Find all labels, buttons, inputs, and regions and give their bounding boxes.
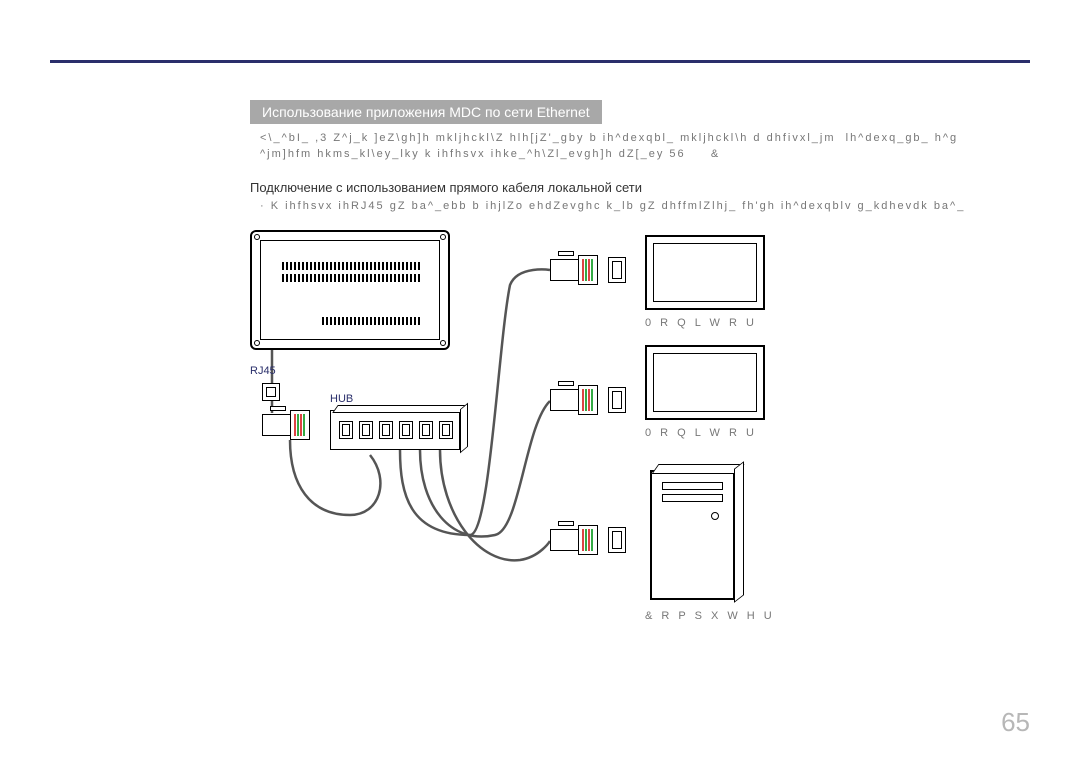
note-text: · K ihfhsvx ihRJ45 gZ ba^_ebb b ihjlZo e…	[260, 200, 965, 212]
rj45-plug-icon	[550, 525, 598, 555]
source-device-panel	[250, 230, 450, 350]
rj45-label: RJ45	[250, 365, 276, 377]
body-text-line-1: <\_^bI_ ,3 Z^j_k ]eZ\gh]h mkljhckl\Z hlh…	[260, 130, 958, 148]
page-number: 65	[1001, 707, 1030, 738]
section-title: Использование приложения MDC по сети Eth…	[250, 100, 602, 124]
lan-jack-icon	[608, 257, 626, 283]
monitor-label: 0 R Q L W R U	[645, 317, 757, 329]
monitor-icon	[645, 345, 765, 420]
subheading: Подключение с использованием прямого каб…	[250, 180, 642, 195]
rj45-plug-icon	[262, 410, 310, 440]
rj45-port-icon	[262, 383, 280, 401]
monitor-icon	[645, 235, 765, 310]
top-rule	[50, 60, 1030, 63]
computer-label: & R P S X W H U	[645, 610, 775, 622]
rj45-plug-icon	[550, 255, 598, 285]
lan-jack-icon	[608, 387, 626, 413]
lan-jack-icon	[608, 527, 626, 553]
hub-label: HUB	[330, 393, 353, 405]
connection-diagram: RJ45 HUB 0 R Q L W R U 0 R Q L W R U & R…	[250, 225, 850, 645]
rj45-plug-icon	[550, 385, 598, 415]
monitor-label: 0 R Q L W R U	[645, 427, 757, 439]
network-hub-icon	[330, 410, 460, 450]
body-text-line-2: ^jm]hfm hkms_kl\ey_lky k ihfhsvx ihke_^h…	[260, 146, 720, 164]
computer-tower-icon	[650, 470, 735, 600]
